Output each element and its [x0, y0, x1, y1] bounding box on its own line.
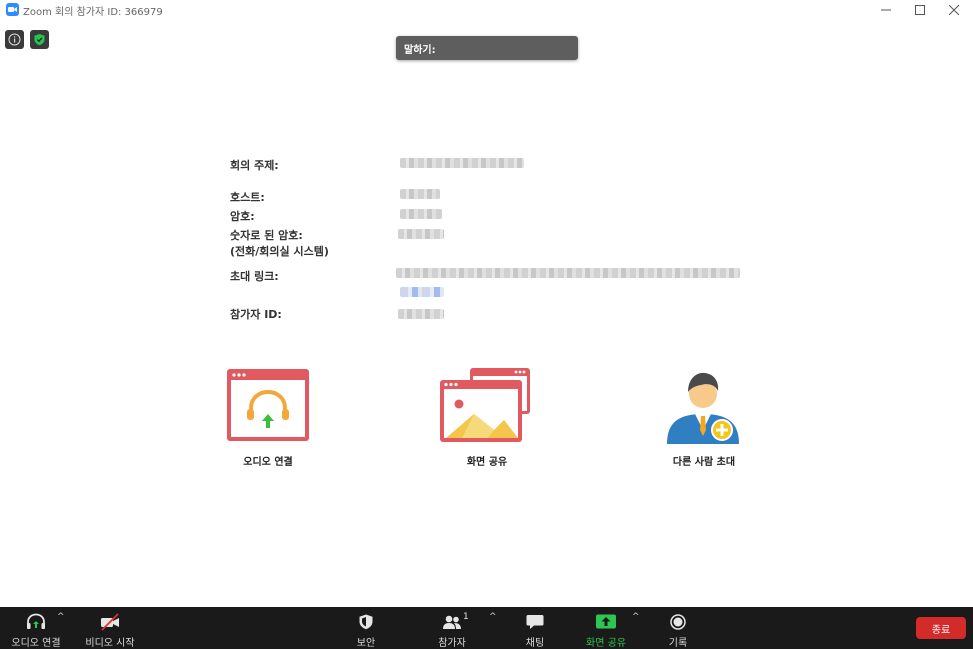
record-button[interactable]: 기록 [658, 607, 698, 649]
security-shield-icon [359, 614, 373, 630]
record-button-label: 기록 [668, 638, 688, 649]
headset-window-icon [227, 369, 309, 441]
audio-options-caret[interactable]: ^ [57, 612, 65, 622]
headphone-icon [27, 613, 45, 629]
record-icon [670, 614, 686, 630]
numeric-password-value-redacted [398, 229, 444, 239]
host-label: 호스트: [230, 191, 265, 204]
participant-id-label: 참가자 ID: [230, 308, 282, 321]
speaking-label: 말하기: [404, 45, 436, 56]
password-value-redacted [400, 209, 442, 219]
invite-person-icon [667, 372, 739, 444]
start-video-button[interactable]: 비디오 시작 [80, 607, 140, 649]
share-screen-window-icon [440, 368, 530, 442]
zoom-logo-icon [6, 3, 19, 16]
join-audio-label: 오디오 연결 [243, 457, 293, 468]
share-screen-button-label: 화면 공유 [586, 638, 626, 649]
invite-others-label: 다른 사람 초대 [672, 457, 736, 468]
copy-link-redacted[interactable] [400, 287, 444, 297]
invite-link-label: 초대 링크: [230, 270, 279, 283]
encryption-button[interactable] [30, 30, 49, 49]
security-button-label: 보안 [356, 638, 376, 649]
meeting-topic-label: 회의 주제: [230, 159, 279, 172]
host-value-redacted [400, 189, 440, 199]
window-title: Zoom 회의 참가자 ID: 366979 [23, 7, 163, 18]
end-meeting-button[interactable]: 종료 [916, 617, 966, 639]
share-screen-action[interactable]: 화면 공유 [432, 364, 542, 474]
participants-count: 1 [463, 612, 469, 622]
security-button[interactable]: 보안 [346, 607, 386, 649]
start-video-button-label: 비디오 시작 [85, 638, 135, 649]
share-options-caret[interactable]: ^ [632, 612, 640, 622]
meeting-topic-value-redacted [400, 158, 524, 168]
close-icon [949, 5, 959, 15]
participant-id-value-redacted [398, 309, 444, 319]
password-label: 암호: [230, 210, 255, 223]
speaking-indicator: 말하기: [396, 36, 578, 60]
numeric-password-sublabel: (전화/회의실 시스템) [230, 245, 329, 258]
chat-button[interactable]: 채팅 [515, 607, 555, 649]
chat-button-label: 채팅 [525, 638, 545, 649]
minimize-icon [881, 9, 891, 11]
numeric-password-label: 숫자로 된 암호: [230, 229, 303, 242]
share-screen-label: 화면 공유 [466, 457, 508, 468]
share-screen-button[interactable]: 화면 공유 [582, 607, 630, 649]
invite-others-action[interactable]: 다른 사람 초대 [649, 364, 759, 474]
video-off-icon [101, 613, 119, 631]
share-screen-icon [596, 614, 616, 629]
join-audio-button-label: 오디오 연결 [11, 638, 61, 649]
participants-options-caret[interactable]: ^ [489, 612, 497, 622]
chat-bubble-icon [526, 615, 544, 629]
join-audio-action[interactable]: 오디오 연결 [213, 364, 323, 474]
participants-icon [443, 615, 461, 629]
shield-check-icon [34, 34, 45, 46]
info-icon [8, 33, 21, 46]
maximize-icon [915, 5, 925, 15]
close-button[interactable] [934, 0, 973, 20]
invite-link-value-redacted [396, 268, 740, 278]
meeting-info-button[interactable] [5, 30, 24, 49]
title-bar: Zoom 회의 참가자 ID: 366979 [0, 0, 973, 20]
meeting-toolbar [0, 607, 973, 649]
participants-button-label: 참가자 [438, 638, 466, 649]
